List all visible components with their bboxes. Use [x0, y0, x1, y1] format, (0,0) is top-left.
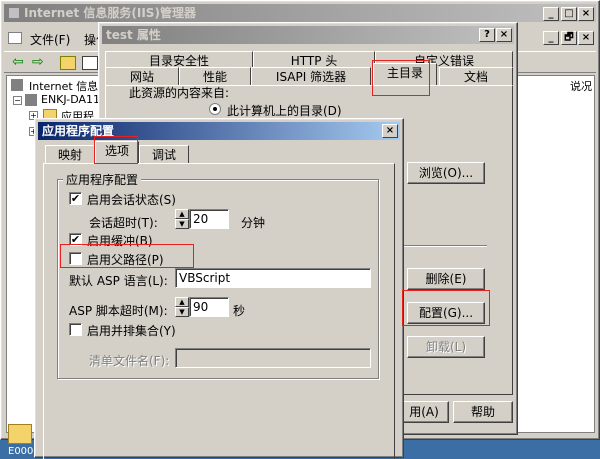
server-icon	[25, 94, 37, 106]
properties-titlebar[interactable]: test 属性	[102, 26, 514, 44]
tab-options[interactable]: 选项	[95, 141, 139, 163]
child-restore-button[interactable]: 🗗	[561, 31, 577, 45]
app-config-close-button[interactable]: ×	[382, 124, 398, 138]
desktop-folder-icon[interactable]	[8, 424, 32, 444]
properties-close-button[interactable]: ×	[496, 28, 512, 42]
tab-debugging[interactable]: 调试	[139, 145, 189, 164]
script-timeout-unit: 秒	[233, 304, 246, 318]
iis-manager-titlebar[interactable]: Internet 信息服务(IIS)管理器	[4, 4, 596, 22]
local-directory-label[interactable]: 此计算机上的目录(D)	[227, 102, 342, 119]
help-button[interactable]: 帮助	[453, 401, 513, 423]
properties-title: test 属性	[106, 28, 161, 42]
menu-file[interactable]: 文件(F)	[30, 31, 70, 48]
expand-minus-icon[interactable]: −	[13, 96, 22, 105]
local-directory-radio[interactable]	[209, 103, 221, 115]
enable-side-by-side-label[interactable]: 启用并排集合(Y)	[87, 322, 176, 339]
manifest-file-label: 清单文件名(F):	[89, 354, 170, 368]
apply-button[interactable]: 用(A)	[399, 401, 449, 423]
child-minimize-button[interactable]: _	[543, 31, 559, 45]
mmc-title-icon	[8, 7, 20, 19]
script-timeout-input[interactable]: 90	[189, 297, 229, 317]
enable-parent-paths-label[interactable]: 启用父路径(P)	[87, 251, 164, 268]
spin-up-icon[interactable]: ▲	[175, 297, 189, 307]
app-config-title: 应用程序配置	[42, 124, 115, 138]
mmc-minimize-button[interactable]: _	[543, 7, 559, 21]
default-language-input[interactable]: VBScript	[175, 268, 371, 288]
default-language-label: 默认 ASP 语言(L):	[69, 274, 168, 288]
session-timeout-spinner[interactable]: ▲ ▼	[175, 209, 189, 229]
enable-session-checkbox[interactable]: ✔	[69, 192, 82, 205]
app-config-titlebar[interactable]: 应用程序配置	[38, 122, 400, 140]
tab-isapi-filters[interactable]: ISAPI 筛选器	[251, 67, 371, 86]
enable-session-label[interactable]: 启用会话状态(S)	[87, 191, 176, 208]
tab-home-directory[interactable]: 主目录	[373, 63, 437, 85]
tree-root-label[interactable]: Internet 信息	[29, 78, 98, 94]
configure-button[interactable]: 配置(G)...	[407, 302, 485, 324]
desktop-icon-label: E000	[8, 446, 34, 457]
show-tree-icon[interactable]	[82, 56, 98, 70]
script-timeout-spinner[interactable]: ▲ ▼	[175, 297, 189, 317]
spin-up-icon[interactable]: ▲	[175, 209, 189, 219]
separator	[401, 245, 487, 247]
tab-documents[interactable]: 文档	[439, 67, 513, 86]
spin-down-icon[interactable]: ▼	[175, 219, 189, 229]
column-header[interactable]: 说况	[570, 78, 592, 94]
spin-down-icon[interactable]: ▼	[175, 307, 189, 317]
browse-button[interactable]: 浏览(O)...	[407, 162, 485, 184]
enable-buffer-label[interactable]: 启用缓冲(B)	[87, 232, 153, 249]
iis-manager-title: Internet 信息服务(IIS)管理器	[24, 6, 196, 20]
up-folder-icon[interactable]	[60, 56, 76, 70]
forward-arrow-icon[interactable]: ⇨	[32, 54, 44, 70]
enable-parent-paths-checkbox[interactable]	[69, 252, 82, 265]
child-close-button[interactable]: ×	[578, 31, 594, 45]
remove-button[interactable]: 删除(E)	[407, 268, 485, 290]
session-timeout-input[interactable]: 20	[189, 209, 229, 229]
mmc-doc-icon	[8, 32, 22, 44]
manifest-file-input[interactable]	[175, 348, 371, 368]
properties-help-button[interactable]: ?	[479, 28, 495, 42]
mmc-close-button[interactable]: ×	[578, 7, 594, 21]
content-source-label: 此资源的内容来自:	[129, 86, 230, 100]
mmc-maximize-button[interactable]: □	[561, 7, 577, 21]
groupbox-label: 应用程序配置	[63, 171, 142, 188]
enable-buffer-checkbox[interactable]: ✔	[69, 233, 82, 246]
enable-side-by-side-checkbox[interactable]	[69, 323, 82, 336]
session-timeout-label: 会话超时(T):	[89, 216, 158, 230]
iis-root-icon	[11, 79, 23, 91]
back-arrow-icon[interactable]: ⇦	[12, 54, 24, 70]
unload-button[interactable]: 卸载(L)	[407, 336, 485, 358]
tree-server-label[interactable]: ENKJ-DA11	[41, 93, 100, 106]
app-config-dialog: 应用程序配置 × 映射 选项 调试 应用程序配置 ✔ 启用会话状态(S) 会话超…	[34, 118, 404, 459]
script-timeout-label: ASP 脚本超时(M):	[69, 304, 168, 318]
session-timeout-unit: 分钟	[241, 216, 266, 230]
tab-mappings[interactable]: 映射	[45, 145, 95, 164]
